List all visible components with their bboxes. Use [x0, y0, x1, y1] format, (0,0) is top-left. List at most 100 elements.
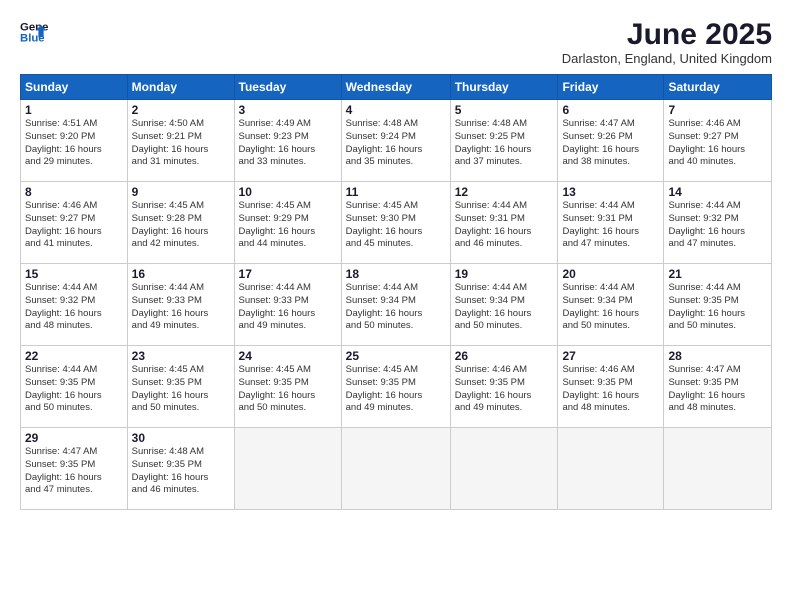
calendar-cell: 26Sunrise: 4:46 AM Sunset: 9:35 PM Dayli…	[450, 346, 558, 428]
title-block: June 2025 Darlaston, England, United Kin…	[562, 18, 772, 66]
col-sunday: Sunday	[21, 75, 128, 100]
calendar-cell	[234, 428, 341, 510]
calendar-cell: 12Sunrise: 4:44 AM Sunset: 9:31 PM Dayli…	[450, 182, 558, 264]
calendar-cell: 1Sunrise: 4:51 AM Sunset: 9:20 PM Daylig…	[21, 100, 128, 182]
day-info: Sunrise: 4:46 AM Sunset: 9:35 PM Dayligh…	[562, 364, 659, 415]
day-info: Sunrise: 4:45 AM Sunset: 9:29 PM Dayligh…	[239, 200, 337, 251]
day-info: Sunrise: 4:46 AM Sunset: 9:35 PM Dayligh…	[455, 364, 554, 415]
calendar-header-row: Sunday Monday Tuesday Wednesday Thursday…	[21, 75, 772, 100]
day-number: 23	[132, 349, 230, 363]
col-friday: Friday	[558, 75, 664, 100]
calendar-cell	[558, 428, 664, 510]
calendar-table: Sunday Monday Tuesday Wednesday Thursday…	[20, 74, 772, 510]
calendar-cell: 11Sunrise: 4:45 AM Sunset: 9:30 PM Dayli…	[341, 182, 450, 264]
calendar-cell: 20Sunrise: 4:44 AM Sunset: 9:34 PM Dayli…	[558, 264, 664, 346]
day-number: 29	[25, 431, 123, 445]
day-info: Sunrise: 4:48 AM Sunset: 9:24 PM Dayligh…	[346, 118, 446, 169]
logo-icon: General Blue	[20, 18, 48, 46]
calendar-cell	[664, 428, 772, 510]
day-number: 15	[25, 267, 123, 281]
week-row-3: 15Sunrise: 4:44 AM Sunset: 9:32 PM Dayli…	[21, 264, 772, 346]
day-info: Sunrise: 4:44 AM Sunset: 9:34 PM Dayligh…	[346, 282, 446, 333]
svg-text:General: General	[20, 21, 48, 33]
day-info: Sunrise: 4:44 AM Sunset: 9:33 PM Dayligh…	[239, 282, 337, 333]
day-number: 26	[455, 349, 554, 363]
day-number: 27	[562, 349, 659, 363]
day-number: 25	[346, 349, 446, 363]
calendar-cell: 19Sunrise: 4:44 AM Sunset: 9:34 PM Dayli…	[450, 264, 558, 346]
day-number: 18	[346, 267, 446, 281]
col-tuesday: Tuesday	[234, 75, 341, 100]
day-number: 1	[25, 103, 123, 117]
day-number: 19	[455, 267, 554, 281]
day-info: Sunrise: 4:44 AM Sunset: 9:35 PM Dayligh…	[25, 364, 123, 415]
calendar-cell: 24Sunrise: 4:45 AM Sunset: 9:35 PM Dayli…	[234, 346, 341, 428]
day-number: 14	[668, 185, 767, 199]
calendar-cell: 4Sunrise: 4:48 AM Sunset: 9:24 PM Daylig…	[341, 100, 450, 182]
month-title: June 2025	[562, 18, 772, 51]
day-info: Sunrise: 4:45 AM Sunset: 9:30 PM Dayligh…	[346, 200, 446, 251]
day-info: Sunrise: 4:45 AM Sunset: 9:35 PM Dayligh…	[132, 364, 230, 415]
day-info: Sunrise: 4:44 AM Sunset: 9:31 PM Dayligh…	[562, 200, 659, 251]
day-number: 13	[562, 185, 659, 199]
day-info: Sunrise: 4:51 AM Sunset: 9:20 PM Dayligh…	[25, 118, 123, 169]
day-info: Sunrise: 4:44 AM Sunset: 9:34 PM Dayligh…	[562, 282, 659, 333]
calendar-cell: 6Sunrise: 4:47 AM Sunset: 9:26 PM Daylig…	[558, 100, 664, 182]
col-saturday: Saturday	[664, 75, 772, 100]
day-info: Sunrise: 4:47 AM Sunset: 9:35 PM Dayligh…	[668, 364, 767, 415]
calendar-cell: 28Sunrise: 4:47 AM Sunset: 9:35 PM Dayli…	[664, 346, 772, 428]
calendar-cell: 13Sunrise: 4:44 AM Sunset: 9:31 PM Dayli…	[558, 182, 664, 264]
day-info: Sunrise: 4:45 AM Sunset: 9:35 PM Dayligh…	[346, 364, 446, 415]
day-info: Sunrise: 4:44 AM Sunset: 9:31 PM Dayligh…	[455, 200, 554, 251]
day-number: 4	[346, 103, 446, 117]
day-info: Sunrise: 4:45 AM Sunset: 9:28 PM Dayligh…	[132, 200, 230, 251]
week-row-2: 8Sunrise: 4:46 AM Sunset: 9:27 PM Daylig…	[21, 182, 772, 264]
calendar-cell: 8Sunrise: 4:46 AM Sunset: 9:27 PM Daylig…	[21, 182, 128, 264]
col-thursday: Thursday	[450, 75, 558, 100]
col-wednesday: Wednesday	[341, 75, 450, 100]
day-number: 21	[668, 267, 767, 281]
calendar-cell: 9Sunrise: 4:45 AM Sunset: 9:28 PM Daylig…	[127, 182, 234, 264]
calendar-cell: 16Sunrise: 4:44 AM Sunset: 9:33 PM Dayli…	[127, 264, 234, 346]
day-number: 20	[562, 267, 659, 281]
calendar-cell: 10Sunrise: 4:45 AM Sunset: 9:29 PM Dayli…	[234, 182, 341, 264]
calendar-cell: 18Sunrise: 4:44 AM Sunset: 9:34 PM Dayli…	[341, 264, 450, 346]
day-number: 28	[668, 349, 767, 363]
day-info: Sunrise: 4:47 AM Sunset: 9:35 PM Dayligh…	[25, 446, 123, 497]
day-info: Sunrise: 4:47 AM Sunset: 9:26 PM Dayligh…	[562, 118, 659, 169]
day-info: Sunrise: 4:48 AM Sunset: 9:35 PM Dayligh…	[132, 446, 230, 497]
calendar-cell: 3Sunrise: 4:49 AM Sunset: 9:23 PM Daylig…	[234, 100, 341, 182]
day-info: Sunrise: 4:50 AM Sunset: 9:21 PM Dayligh…	[132, 118, 230, 169]
calendar-cell: 7Sunrise: 4:46 AM Sunset: 9:27 PM Daylig…	[664, 100, 772, 182]
day-info: Sunrise: 4:44 AM Sunset: 9:34 PM Dayligh…	[455, 282, 554, 333]
calendar-cell: 23Sunrise: 4:45 AM Sunset: 9:35 PM Dayli…	[127, 346, 234, 428]
day-info: Sunrise: 4:44 AM Sunset: 9:33 PM Dayligh…	[132, 282, 230, 333]
day-number: 7	[668, 103, 767, 117]
day-number: 10	[239, 185, 337, 199]
calendar-cell: 29Sunrise: 4:47 AM Sunset: 9:35 PM Dayli…	[21, 428, 128, 510]
calendar-cell	[450, 428, 558, 510]
calendar-cell: 30Sunrise: 4:48 AM Sunset: 9:35 PM Dayli…	[127, 428, 234, 510]
day-info: Sunrise: 4:44 AM Sunset: 9:35 PM Dayligh…	[668, 282, 767, 333]
day-number: 17	[239, 267, 337, 281]
calendar-cell: 2Sunrise: 4:50 AM Sunset: 9:21 PM Daylig…	[127, 100, 234, 182]
day-number: 24	[239, 349, 337, 363]
week-row-5: 29Sunrise: 4:47 AM Sunset: 9:35 PM Dayli…	[21, 428, 772, 510]
week-row-1: 1Sunrise: 4:51 AM Sunset: 9:20 PM Daylig…	[21, 100, 772, 182]
day-info: Sunrise: 4:46 AM Sunset: 9:27 PM Dayligh…	[25, 200, 123, 251]
day-number: 16	[132, 267, 230, 281]
day-number: 3	[239, 103, 337, 117]
col-monday: Monday	[127, 75, 234, 100]
day-info: Sunrise: 4:48 AM Sunset: 9:25 PM Dayligh…	[455, 118, 554, 169]
day-info: Sunrise: 4:49 AM Sunset: 9:23 PM Dayligh…	[239, 118, 337, 169]
calendar-cell: 17Sunrise: 4:44 AM Sunset: 9:33 PM Dayli…	[234, 264, 341, 346]
calendar-cell: 21Sunrise: 4:44 AM Sunset: 9:35 PM Dayli…	[664, 264, 772, 346]
day-number: 12	[455, 185, 554, 199]
day-number: 11	[346, 185, 446, 199]
week-row-4: 22Sunrise: 4:44 AM Sunset: 9:35 PM Dayli…	[21, 346, 772, 428]
day-number: 22	[25, 349, 123, 363]
calendar-cell: 25Sunrise: 4:45 AM Sunset: 9:35 PM Dayli…	[341, 346, 450, 428]
day-number: 2	[132, 103, 230, 117]
location: Darlaston, England, United Kingdom	[562, 51, 772, 66]
header: General Blue June 2025 Darlaston, Englan…	[20, 18, 772, 66]
